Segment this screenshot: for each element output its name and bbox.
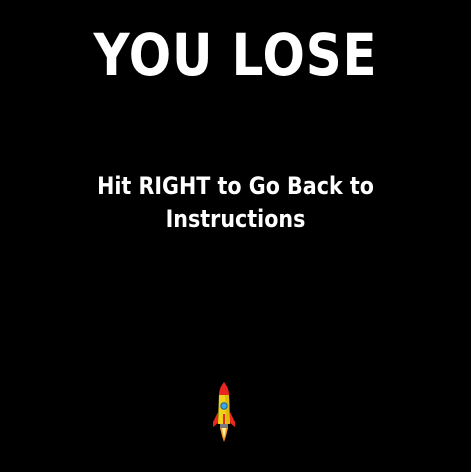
return-instructions: Hit RIGHT to Go Back to Instructions [97, 172, 374, 233]
game-over-screen: YOU LOSE Hit RIGHT to Go Back to Instruc… [0, 0, 471, 472]
game-over-title: YOU LOSE [93, 21, 378, 89]
rocket-icon [213, 382, 235, 442]
